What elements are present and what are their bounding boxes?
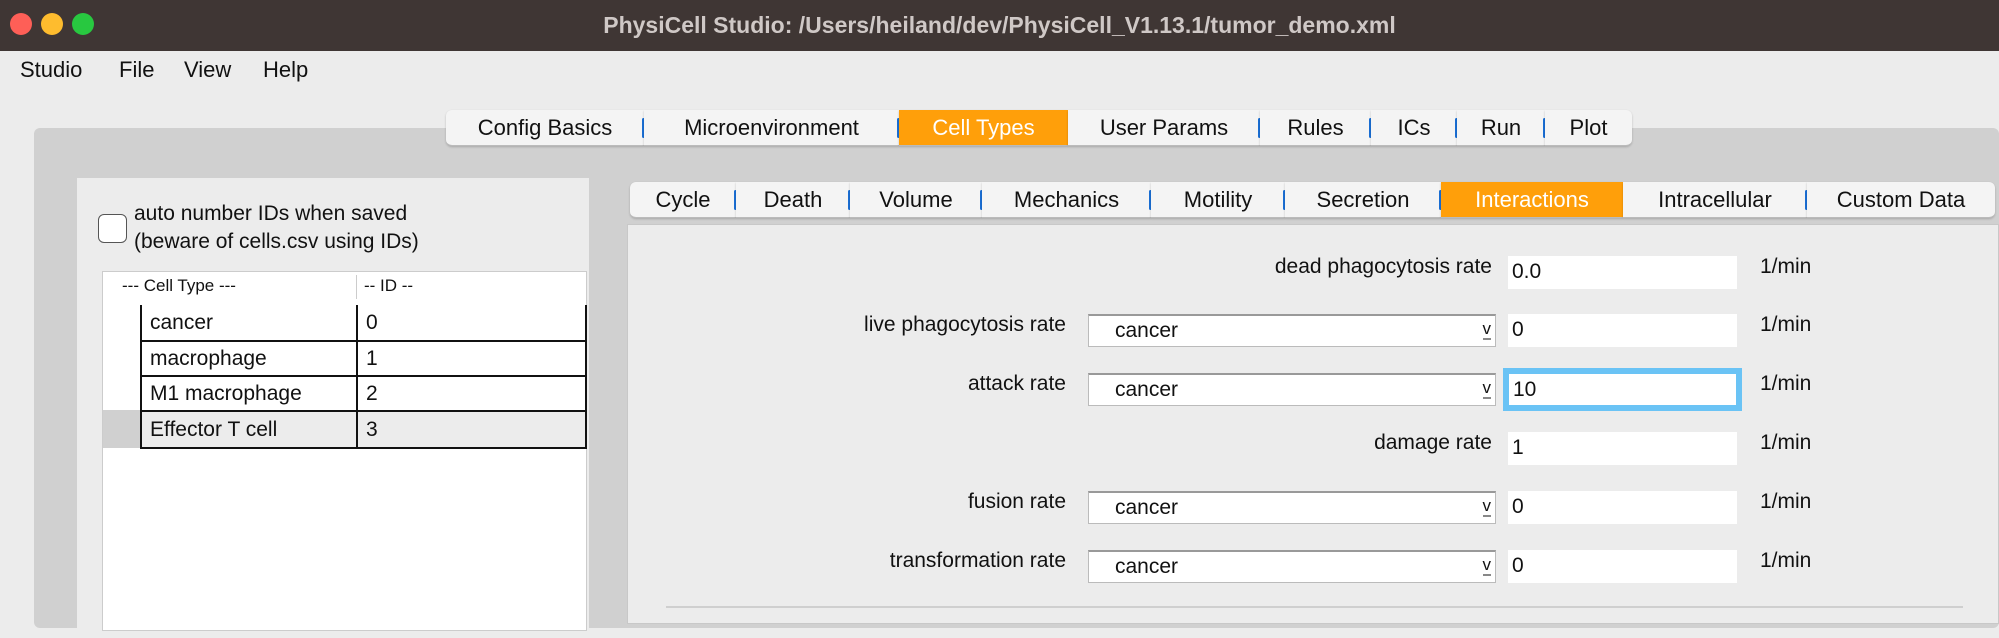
tab-run[interactable]: Run <box>1457 110 1546 146</box>
menu-file[interactable]: File <box>119 57 154 83</box>
live-phagocytosis-rate-input[interactable]: 0 <box>1508 314 1737 347</box>
auto-number-ids-checkbox[interactable] <box>98 214 127 243</box>
fusion-rate-label: fusion rate <box>967 490 1066 513</box>
dropdown-value: cancer <box>1115 319 1179 342</box>
column-header-id[interactable]: -- ID -- <box>364 276 413 296</box>
unit-label: 1/min <box>1760 490 1812 513</box>
attack-celltype-dropdown[interactable]: cancer v <box>1088 373 1496 406</box>
unit-label: 1/min <box>1760 431 1812 454</box>
checkbox-label-line2: (beware of cells.csv using IDs) <box>134 230 419 253</box>
subtab-death[interactable]: Death <box>736 182 851 218</box>
attack-rate-label: attack rate <box>967 372 1066 395</box>
window-title: PhysiCell Studio: /Users/heiland/dev/Phy… <box>603 12 1396 38</box>
table-cell-id[interactable]: 1 <box>356 340 587 377</box>
table-cell-name-selected[interactable]: Effector T cell <box>140 410 358 449</box>
live-phagocytosis-celltype-dropdown[interactable]: cancer v <box>1088 314 1496 347</box>
table-cell-name[interactable]: M1 macrophage <box>140 375 358 412</box>
subtab-volume[interactable]: Volume <box>850 182 983 218</box>
chevron-down-icon: v <box>1482 496 1491 517</box>
tab-cell-types[interactable]: Cell Types <box>899 110 1068 146</box>
unit-label: 1/min <box>1760 313 1812 336</box>
table-cell-id-selected[interactable]: 3 <box>356 410 587 449</box>
chevron-down-icon: v <box>1482 555 1491 576</box>
subtab-secretion[interactable]: Secretion <box>1285 182 1442 218</box>
tab-microenvironment[interactable]: Microenvironment <box>644 110 900 146</box>
fusion-celltype-dropdown[interactable]: cancer v <box>1088 491 1496 524</box>
live-phagocytosis-rate-label: live phagocytosis rate <box>864 313 1066 336</box>
transformation-rate-label: transformation rate <box>889 549 1066 572</box>
tab-plot[interactable]: Plot <box>1545 110 1632 146</box>
subtab-intracellular[interactable]: Intracellular <box>1623 182 1808 218</box>
unit-label: 1/min <box>1760 372 1812 395</box>
dropdown-value: cancer <box>1115 555 1179 578</box>
subtab-cycle[interactable]: Cycle <box>630 182 737 218</box>
menu-view[interactable]: View <box>184 57 231 83</box>
transformation-rate-input[interactable]: 0 <box>1508 550 1737 583</box>
attack-rate-input[interactable]: 10 <box>1503 368 1742 411</box>
checkbox-label-line1: auto number IDs when saved <box>134 202 408 225</box>
damage-rate-input[interactable]: 1 <box>1508 432 1737 465</box>
damage-rate-label: damage rate <box>1374 431 1492 454</box>
subtab-interactions[interactable]: Interactions <box>1441 182 1623 218</box>
divider <box>666 606 1963 608</box>
subtab-motility[interactable]: Motility <box>1151 182 1286 218</box>
dead-phagocytosis-rate-input[interactable]: 0.0 <box>1508 256 1737 289</box>
menu-studio[interactable]: Studio <box>20 57 82 83</box>
tab-ics[interactable]: ICs <box>1371 110 1458 146</box>
dropdown-value: cancer <box>1115 496 1179 519</box>
dropdown-value: cancer <box>1115 378 1179 401</box>
subtab-mechanics[interactable]: Mechanics <box>982 182 1152 218</box>
table-cell-id[interactable]: 0 <box>356 305 587 342</box>
table-cell-name[interactable]: cancer <box>140 305 358 342</box>
menu-help[interactable]: Help <box>263 57 308 83</box>
unit-label: 1/min <box>1760 255 1812 278</box>
table-cell-id[interactable]: 2 <box>356 375 587 412</box>
selected-row-marker <box>103 410 141 448</box>
tab-config-basics[interactable]: Config Basics <box>446 110 645 146</box>
dead-phagocytosis-rate-label: dead phagocytosis rate <box>1274 255 1492 278</box>
tab-rules[interactable]: Rules <box>1260 110 1372 146</box>
unit-label: 1/min <box>1760 549 1812 572</box>
chevron-down-icon: v <box>1482 378 1491 399</box>
table-cell-name[interactable]: macrophage <box>140 340 358 377</box>
chevron-down-icon: v <box>1482 319 1491 340</box>
column-header-cell-type[interactable]: --- Cell Type --- <box>122 276 236 296</box>
transformation-celltype-dropdown[interactable]: cancer v <box>1088 550 1496 583</box>
fusion-rate-input[interactable]: 0 <box>1508 491 1737 524</box>
subtab-custom-data[interactable]: Custom Data <box>1807 182 1995 218</box>
header-divider <box>356 275 357 299</box>
tab-user-params[interactable]: User Params <box>1068 110 1261 146</box>
